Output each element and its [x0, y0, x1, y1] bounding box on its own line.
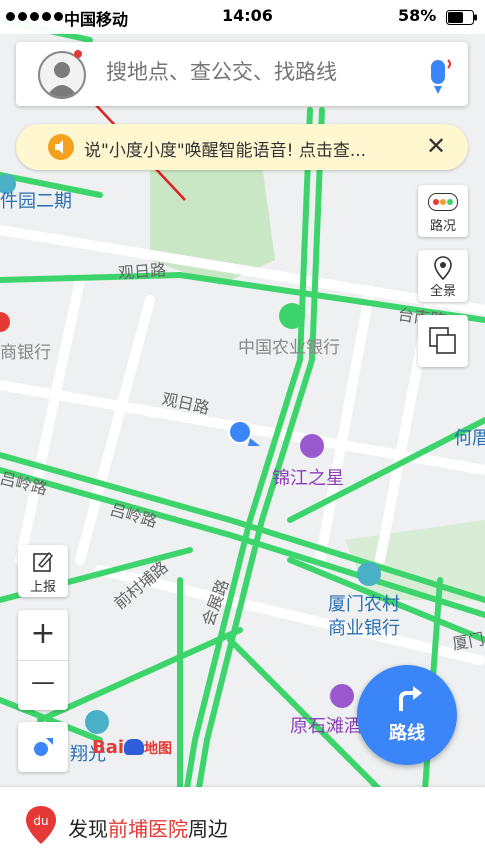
status-bar: 中国移动 14:06 58% [0, 0, 485, 34]
report-button[interactable]: 上报 [18, 545, 68, 597]
baidu-ditu-text: 地图 [144, 741, 173, 757]
zoom-control: + — [18, 610, 68, 710]
zoom-out-button[interactable]: — [18, 668, 68, 696]
map-label-yuanshitan[interactable]: 原石滩酒 [290, 712, 362, 738]
turn-arrow-icon [399, 686, 422, 711]
map-label-xiamen-bank-2[interactable]: 商业银行 [328, 614, 400, 640]
close-icon[interactable]: ✕ [426, 132, 446, 160]
search-bar[interactable] [16, 42, 468, 106]
discover-prefix: 发现 [68, 817, 108, 841]
discover-place: 前埔医院 [108, 817, 188, 841]
speaker-icon [48, 134, 74, 160]
traffic-label: 路况 [429, 219, 456, 234]
baidu-map-logo: Bai 地图 [92, 737, 172, 758]
notification-dot [74, 50, 82, 58]
edit-icon [33, 551, 53, 572]
du-pin-icon: du [26, 806, 56, 844]
map-label-hecuo: 何厝 [454, 428, 485, 449]
locate-button[interactable] [18, 722, 68, 772]
map-label-software-park: 件园二期 [0, 191, 72, 212]
battery-percent: 58% [398, 6, 437, 25]
discover-nearby-bar[interactable]: du 发现前埔医院周边 [0, 787, 485, 863]
map-label-xiamen-bank-1[interactable]: 厦门农村 [328, 590, 400, 616]
carrier-label: 中国移动 [64, 10, 129, 29]
battery-icon [446, 10, 477, 25]
time-label: 14:06 [222, 6, 273, 25]
route-label: 路线 [389, 723, 425, 744]
search-input[interactable] [106, 60, 406, 84]
signal-icon [6, 12, 63, 21]
microphone-icon[interactable] [420, 56, 456, 96]
baidu-logo-text: Bai [92, 737, 125, 758]
map-label-abc-bank: 中国农业银行 [238, 338, 340, 358]
map-label-jinjiang[interactable]: 锦江之星 [272, 464, 344, 490]
map-label-merchants-bank: 商银行 [0, 343, 51, 363]
panorama-button[interactable]: 全景 [418, 250, 468, 302]
discover-nearby-text: 发现前埔医院周边 [68, 813, 228, 842]
map-label-guanri-road: 观日路 [117, 260, 167, 283]
voice-banner-text: 说"小度小度"唤醒智能语音! 点击查... [84, 141, 367, 161]
paw-icon [124, 739, 145, 755]
route-button[interactable]: 路线 [357, 665, 457, 765]
report-label: 上报 [29, 580, 56, 595]
traffic-light-icon [428, 193, 458, 211]
panorama-label: 全景 [429, 284, 456, 299]
avatar[interactable] [38, 51, 86, 99]
compass-icon [34, 738, 53, 756]
svg-text:du: du [33, 814, 48, 828]
user-icon [46, 62, 78, 97]
zoom-in-button[interactable]: + [18, 616, 68, 661]
layers-icon [429, 327, 456, 354]
layers-button[interactable] [418, 315, 468, 367]
traffic-button[interactable]: 路况 [418, 185, 468, 237]
location-pin-icon [434, 256, 452, 280]
discover-suffix: 周边 [188, 817, 228, 841]
voice-wake-banner[interactable]: 说"小度小度"唤醒智能语音! 点击查... ✕ [16, 124, 468, 170]
